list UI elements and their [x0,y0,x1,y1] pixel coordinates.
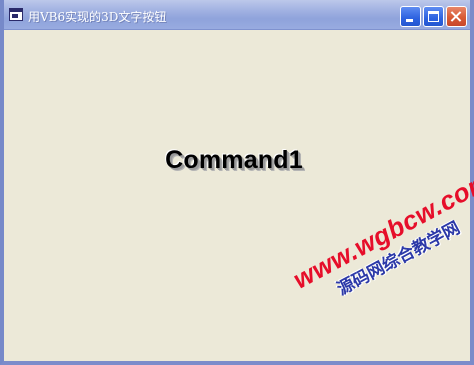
window-title: 用VB6实现的3D文字按钮 [28,10,167,24]
title-bar[interactable]: 用VB6实现的3D文字按钮 [4,0,470,30]
maximize-icon [428,11,439,22]
minimize-icon [406,19,413,22]
command1-button[interactable]: Command1 [144,136,324,184]
command1-label: Command1 [165,146,303,174]
app-window-icon[interactable] [9,8,23,21]
close-icon [447,7,466,26]
close-button[interactable] [446,6,467,27]
minimize-button[interactable] [400,6,421,27]
maximize-button[interactable] [423,6,444,27]
form-client-area: Command1 [4,31,470,361]
app-window: 用VB6实现的3D文字按钮 Command1 [0,0,474,365]
